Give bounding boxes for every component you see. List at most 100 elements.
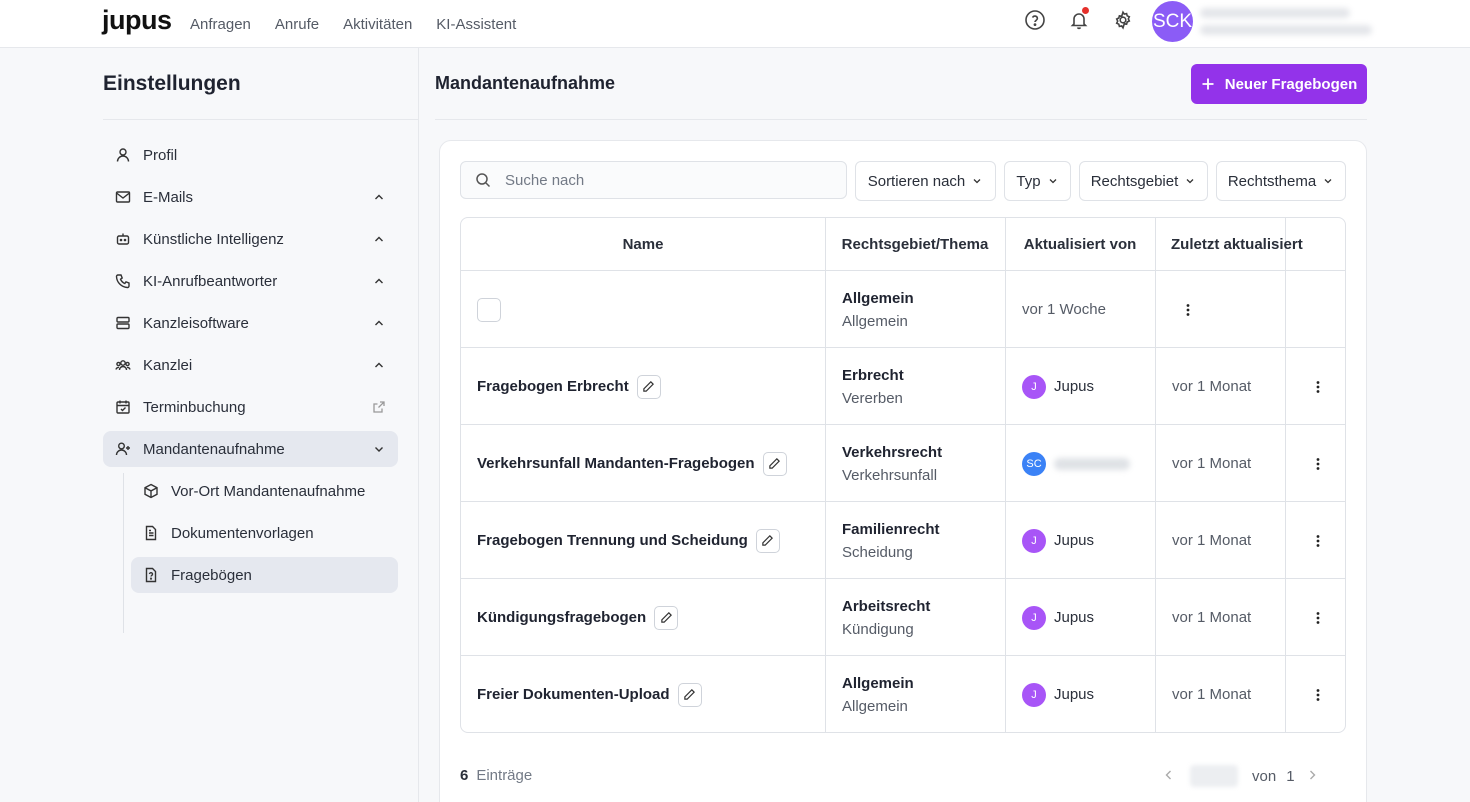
more-vertical-icon[interactable]	[1180, 302, 1196, 318]
sidebar-item-kanzlei[interactable]: Kanzlei	[103, 347, 398, 383]
pencil-icon	[660, 612, 672, 623]
help-icon[interactable]	[1024, 9, 1046, 31]
questionnaire-name[interactable]: Fragebogen Trennung und Scheidung	[477, 532, 748, 549]
row-actions[interactable]	[1310, 579, 1326, 656]
updated-time: vor 1 Monat	[1172, 686, 1252, 703]
edit-name-button[interactable]	[755, 528, 780, 553]
sidebar-item-emails[interactable]: E-Mails	[103, 179, 398, 215]
user-plus-icon	[115, 441, 131, 457]
row-actions[interactable]	[1180, 271, 1196, 348]
pencil-icon	[684, 689, 696, 700]
nav-link-ki-assistent[interactable]: KI-Assistent	[436, 16, 516, 33]
sidebar-item-label: Künstliche Intelligenz	[143, 230, 284, 248]
more-vertical-icon[interactable]	[1310, 456, 1326, 472]
chevron-right-icon[interactable]	[1305, 768, 1319, 785]
legal-area-filter-label: Rechtsgebiet	[1090, 172, 1179, 190]
name-cell	[477, 271, 501, 348]
chevron-up-icon[interactable]	[372, 316, 386, 330]
updated-time: vor 1 Monat	[1172, 532, 1252, 549]
type-filter-dropdown[interactable]: Typ	[1004, 161, 1071, 201]
table-row[interactable]: Verkehrsunfall Mandanten-Fragebogen Verk…	[461, 425, 1345, 502]
questionnaire-name[interactable]: Freier Dokumenten-Upload	[477, 686, 670, 703]
table-row[interactable]: Allgemein Allgemein vor 1 Woche	[461, 271, 1345, 348]
chevron-up-icon[interactable]	[372, 190, 386, 204]
edit-name-button[interactable]	[677, 682, 702, 707]
total-pages: 1	[1286, 767, 1295, 785]
column-header-name[interactable]: Name	[461, 218, 825, 271]
search-input[interactable]	[505, 171, 805, 189]
jupus-logo[interactable]: jupus	[102, 5, 172, 36]
more-vertical-icon[interactable]	[1310, 379, 1326, 395]
chevron-down-icon[interactable]	[372, 442, 386, 456]
edit-name-button[interactable]	[654, 605, 679, 630]
user-avatar[interactable]: SCK	[1152, 1, 1193, 42]
chevron-left-icon[interactable]	[1162, 768, 1176, 785]
updated-by-cell: SC	[1022, 425, 1130, 502]
column-header-updated-by[interactable]: Aktualisiert von	[1005, 218, 1155, 271]
gear-icon[interactable]	[1112, 9, 1134, 31]
questionnaire-name[interactable]: Fragebogen Erbrecht	[477, 378, 629, 395]
row-actions[interactable]	[1310, 348, 1326, 425]
sidebar-subitem-frageboegen[interactable]: Fragebögen	[131, 557, 398, 593]
sidebar-item-terminbuchung[interactable]: Terminbuchung	[103, 389, 398, 425]
row-actions[interactable]	[1310, 656, 1326, 732]
legal-topic-filter-dropdown[interactable]: Rechtsthema	[1216, 161, 1346, 201]
user-name-blurred[interactable]	[1200, 8, 1372, 40]
page-input[interactable]	[1190, 765, 1238, 787]
team-icon	[115, 357, 131, 373]
chevron-up-icon[interactable]	[372, 274, 386, 288]
entries-label: Einträge	[476, 767, 533, 784]
updated-by-cell: J Jupus	[1022, 502, 1094, 579]
column-header-last-updated[interactable]: Zuletzt aktualisiert	[1171, 218, 1345, 271]
sidebar-subitem-vor-ort[interactable]: Vor-Ort Mandantenaufnahme	[131, 473, 398, 509]
sidebar-item-mandantenaufnahme[interactable]: Mandantenaufnahme	[103, 431, 398, 467]
legal-area: Erbrecht	[842, 366, 904, 384]
nav-link-anfragen[interactable]: Anfragen	[190, 16, 251, 33]
questionnaire-table: Name Rechtsgebiet/Thema Aktualisiert von…	[460, 217, 1346, 733]
new-questionnaire-button[interactable]: Neuer Fragebogen	[1191, 64, 1367, 104]
more-vertical-icon[interactable]	[1310, 687, 1326, 703]
updated-time-cell: vor 1 Monat	[1172, 425, 1251, 502]
pencil-icon	[769, 458, 781, 469]
nav-icons	[1024, 7, 1134, 31]
pagination: von 1	[1162, 764, 1319, 788]
sidebar-item-profil[interactable]: Profil	[103, 137, 398, 173]
table-row[interactable]: Fragebogen Trennung und Scheidung Famili…	[461, 502, 1345, 579]
search-box[interactable]	[460, 161, 847, 199]
sidebar-item-ki[interactable]: Künstliche Intelligenz	[103, 221, 398, 257]
sidebar-item-kanzleisoftware[interactable]: Kanzleisoftware	[103, 305, 398, 341]
updated-by-name-blurred	[1054, 457, 1130, 470]
nav-link-aktivitaeten[interactable]: Aktivitäten	[343, 16, 412, 33]
table-row[interactable]: Freier Dokumenten-Upload Allgemein Allge…	[461, 656, 1345, 732]
sort-dropdown[interactable]: Sortieren nach	[855, 161, 996, 201]
row-actions[interactable]	[1310, 502, 1326, 579]
robot-icon	[115, 231, 131, 247]
questionnaire-name[interactable]: Kündigungsfragebogen	[477, 609, 646, 626]
external-link-icon[interactable]	[372, 400, 386, 414]
chevron-up-icon[interactable]	[372, 358, 386, 372]
bell-icon[interactable]	[1068, 7, 1090, 31]
table-row[interactable]: Fragebogen Erbrecht Erbrecht Vererben J …	[461, 348, 1345, 425]
divider	[435, 119, 1367, 120]
more-vertical-icon[interactable]	[1310, 533, 1326, 549]
sidebar-subitem-dokumentenvorlagen[interactable]: Dokumentenvorlagen	[131, 515, 398, 551]
chevron-down-icon	[973, 179, 981, 184]
column-header-area[interactable]: Rechtsgebiet/Thema	[825, 218, 1005, 271]
table-row[interactable]: Kündigungsfragebogen Arbeitsrecht Kündig…	[461, 579, 1345, 656]
chevron-down-icon	[1049, 179, 1057, 184]
nav-link-anrufe[interactable]: Anrufe	[275, 16, 319, 33]
row-actions[interactable]	[1310, 425, 1326, 502]
legal-area-filter-dropdown[interactable]: Rechtsgebiet	[1079, 161, 1208, 201]
chevron-up-icon[interactable]	[372, 232, 386, 246]
name-cell: Verkehrsunfall Mandanten-Fragebogen	[477, 425, 787, 502]
edit-name-button[interactable]	[762, 451, 787, 476]
legal-area: Familienrecht	[842, 520, 940, 538]
sidebar-item-ki-anrufbeantworter[interactable]: KI-Anrufbeantworter	[103, 263, 398, 299]
legal-area: Allgemein	[842, 289, 914, 307]
questionnaire-name[interactable]: Verkehrsunfall Mandanten-Fragebogen	[477, 455, 755, 472]
row-checkbox[interactable]	[477, 297, 501, 322]
more-vertical-icon[interactable]	[1310, 610, 1326, 626]
type-filter-label: Typ	[1016, 172, 1041, 190]
edit-name-button[interactable]	[636, 374, 661, 399]
legal-topic: Scheidung	[842, 543, 913, 561]
